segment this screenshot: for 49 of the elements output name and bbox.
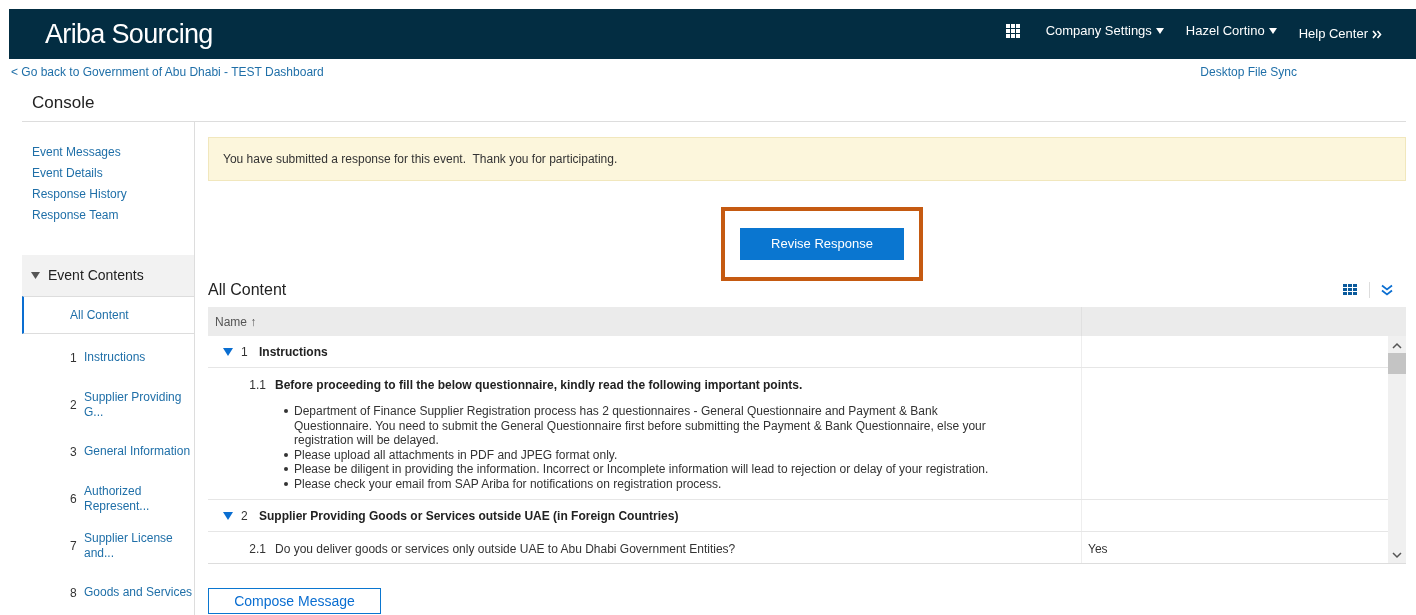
back-link[interactable]: < Go back to Government of Abu Dhabi - TEST Dashboard (11, 63, 324, 81)
bullet-icon (284, 467, 288, 471)
bullet-icon (284, 481, 288, 486)
section-number: 1 (241, 343, 249, 361)
compose-message-button[interactable]: Compose Message (208, 588, 381, 614)
question-number: 2.1 (248, 541, 267, 558)
contents-item[interactable]: All Content (22, 296, 194, 334)
contents-item[interactable]: 3 General Information (22, 428, 194, 475)
double-chevron-icon[interactable] (1381, 284, 1393, 296)
question-text: Before proceeding to fill the below questionnaire, kindly read the following important points. (275, 377, 804, 394)
question-text: Do you deliver goods or services only outside UAE to Abu Dhabi Government Entities? (275, 541, 736, 558)
question-number: 1.1 (248, 377, 267, 394)
section-title: All Content (208, 280, 287, 300)
bullet-text: Please check your email from SAP Ariba for notifications on registration process. (294, 476, 722, 491)
section-name: Supplier Providing Goods or Services outside UAE (in Foreign Countries) (259, 507, 679, 525)
table-view-icon[interactable] (1343, 284, 1358, 296)
header-menu[interactable]: Company Settings (1045, 21, 1164, 41)
desktop-sync-link[interactable]: Desktop File Sync (1200, 63, 1297, 81)
sidebar-link[interactable]: Response History (32, 185, 194, 203)
event-contents-header[interactable]: Event Contents (22, 255, 194, 296)
apps-grid-icon[interactable] (1005, 24, 1020, 38)
help-center-link[interactable]: Help Center (1298, 24, 1382, 44)
scroll-thumb[interactable] (1388, 353, 1406, 374)
sidebar-link[interactable]: Response Team (32, 206, 194, 224)
caret-icon (1268, 28, 1277, 34)
sidebar-link[interactable]: Event Details (32, 164, 194, 182)
contents-item[interactable]: 8 Goods and Services (22, 569, 194, 615)
revise-response-button[interactable]: Revise Response (740, 228, 904, 260)
caret-icon (1155, 28, 1164, 34)
notice-banner: You have submitted a response for this event. Thank you for participating. (208, 137, 1406, 181)
bullet-icon (284, 409, 288, 413)
sidebar-link[interactable]: Event Messages (32, 143, 194, 161)
bullet-text: Department of Finance Supplier Registration process has 2 questionnaires - General Questionnaire and Payment & Bank Questionnaire. You need to submit the General Questionnaire first before submitting the Payment & Bank Questionnaire, else your registration will be delayed. (294, 404, 987, 448)
section-number: 2 (241, 507, 249, 525)
caret-icon[interactable] (223, 347, 233, 356)
scroll-up-icon[interactable] (1392, 342, 1402, 349)
bullet-text: Please upload all attachments in PDF and JPEG format only. (294, 447, 618, 462)
page-title: Console (32, 92, 95, 115)
header-menu[interactable]: Hazel Cortino (1185, 21, 1277, 41)
caret-icon[interactable] (223, 511, 233, 520)
bullet-text: Please be diligent in providing the information. Incorrect or Incomplete information will lead to rejection or delay of your registration. (294, 462, 989, 477)
scroll-down-icon[interactable] (1392, 552, 1402, 559)
answer-cell-text: Yes (1088, 541, 1108, 558)
app-title: Ariba Sourcing (45, 17, 213, 51)
double-chevron-icon (1372, 29, 1382, 39)
scrollbar[interactable] (1388, 336, 1406, 563)
section-name: Instructions (259, 343, 328, 361)
bullet-icon (284, 452, 288, 457)
contents-item[interactable]: 1 Instructions (22, 334, 194, 381)
